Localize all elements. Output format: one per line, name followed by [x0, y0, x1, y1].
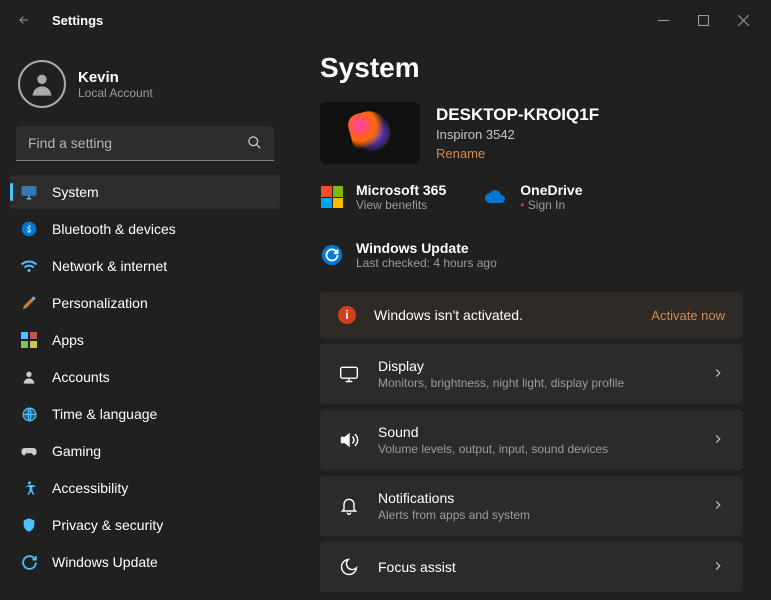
main-content: System DESKTOP-KROIQ1F Inspiron 3542 Ren… — [290, 40, 771, 600]
update-icon — [20, 553, 38, 571]
card-title: Display — [378, 358, 693, 374]
card-sub: Alerts from apps and system — [378, 508, 693, 522]
user-account-type: Local Account — [78, 86, 153, 100]
monitor-icon — [20, 183, 38, 201]
card-notifications[interactable]: Notifications Alerts from apps and syste… — [320, 476, 743, 536]
sound-icon — [338, 429, 360, 451]
nav-gaming[interactable]: Gaming — [10, 434, 280, 468]
close-button[interactable] — [723, 4, 763, 36]
nav-windows-update[interactable]: Windows Update — [10, 545, 280, 579]
brush-icon — [20, 294, 38, 312]
nav-label: Time & language — [52, 406, 157, 422]
activate-now-link[interactable]: Activate now — [651, 308, 725, 323]
card-sound[interactable]: Sound Volume levels, output, input, soun… — [320, 410, 743, 470]
nav-accessibility[interactable]: Accessibility — [10, 471, 280, 505]
chevron-right-icon — [711, 498, 725, 515]
user-block[interactable]: Kevin Local Account — [10, 48, 280, 126]
nav-personalization[interactable]: Personalization — [10, 286, 280, 320]
nav-label: Accounts — [52, 369, 110, 385]
nav-privacy[interactable]: Privacy & security — [10, 508, 280, 542]
tile-title: OneDrive — [520, 182, 582, 198]
tile-title: Windows Update — [356, 240, 497, 256]
nav-label: Network & internet — [52, 258, 167, 274]
shield-icon — [20, 516, 38, 534]
nav-system[interactable]: System — [10, 175, 280, 209]
nav-label: Apps — [52, 332, 84, 348]
nav-label: Privacy & security — [52, 517, 163, 533]
apps-icon — [20, 331, 38, 349]
device-info: DESKTOP-KROIQ1F Inspiron 3542 Rename — [320, 102, 743, 164]
nav-apps[interactable]: Apps — [10, 323, 280, 357]
moon-icon — [338, 556, 360, 578]
chevron-right-icon — [711, 432, 725, 449]
person-icon — [20, 368, 38, 386]
chevron-right-icon — [711, 366, 725, 383]
chevron-right-icon — [711, 559, 725, 576]
bluetooth-icon — [20, 220, 38, 238]
sidebar: Kevin Local Account System Bluetooth & d… — [0, 40, 290, 600]
card-sub: Monitors, brightness, night light, displ… — [378, 376, 693, 390]
card-sub: Volume levels, output, input, sound devi… — [378, 442, 693, 456]
back-button[interactable] — [8, 4, 40, 36]
minimize-button[interactable] — [643, 4, 683, 36]
rename-link[interactable]: Rename — [436, 146, 599, 161]
user-name: Kevin — [78, 69, 153, 86]
tile-sub: Sign In — [520, 198, 582, 212]
update-badge-icon — [320, 243, 344, 267]
avatar — [18, 60, 66, 108]
alert-icon: i — [338, 306, 356, 324]
tile-onedrive[interactable]: OneDrive Sign In — [484, 182, 582, 212]
ms365-icon — [320, 185, 344, 209]
accessibility-icon — [20, 479, 38, 497]
tile-ms365[interactable]: Microsoft 365 View benefits — [320, 182, 446, 212]
nav-label: Windows Update — [52, 554, 158, 570]
card-title: Notifications — [378, 490, 693, 506]
nav-label: Gaming — [52, 443, 101, 459]
nav-label: Bluetooth & devices — [52, 221, 176, 237]
card-title: Sound — [378, 424, 693, 440]
card-focus-assist[interactable]: Focus assist — [320, 542, 743, 592]
nav-accounts[interactable]: Accounts — [10, 360, 280, 394]
tile-sub: View benefits — [356, 198, 446, 212]
nav-list: System Bluetooth & devices Network & int… — [10, 175, 280, 579]
display-icon — [338, 363, 360, 385]
search-icon — [247, 135, 262, 153]
card-display[interactable]: Display Monitors, brightness, night ligh… — [320, 344, 743, 404]
globe-icon — [20, 405, 38, 423]
activation-banner[interactable]: i Windows isn't activated. Activate now — [320, 292, 743, 338]
nav-time-language[interactable]: Time & language — [10, 397, 280, 431]
nav-network[interactable]: Network & internet — [10, 249, 280, 283]
maximize-button[interactable] — [683, 4, 723, 36]
tile-windows-update[interactable]: Windows Update Last checked: 4 hours ago — [320, 240, 743, 270]
onedrive-icon — [484, 185, 508, 209]
card-title: Focus assist — [378, 559, 693, 575]
page-title: System — [320, 52, 743, 84]
tile-sub: Last checked: 4 hours ago — [356, 256, 497, 270]
nav-label: System — [52, 184, 99, 200]
search-container — [16, 126, 274, 161]
device-wallpaper[interactable] — [320, 102, 420, 164]
gamepad-icon — [20, 442, 38, 460]
activation-text: Windows isn't activated. — [374, 307, 633, 323]
wifi-icon — [20, 257, 38, 275]
nav-label: Personalization — [52, 295, 148, 311]
nav-bluetooth[interactable]: Bluetooth & devices — [10, 212, 280, 246]
device-model: Inspiron 3542 — [436, 127, 599, 142]
tile-title: Microsoft 365 — [356, 182, 446, 198]
search-input[interactable] — [16, 126, 274, 161]
bell-icon — [338, 495, 360, 517]
titlebar: Settings — [0, 0, 771, 40]
nav-label: Accessibility — [52, 480, 128, 496]
window-title: Settings — [52, 13, 103, 28]
device-name: DESKTOP-KROIQ1F — [436, 105, 599, 125]
